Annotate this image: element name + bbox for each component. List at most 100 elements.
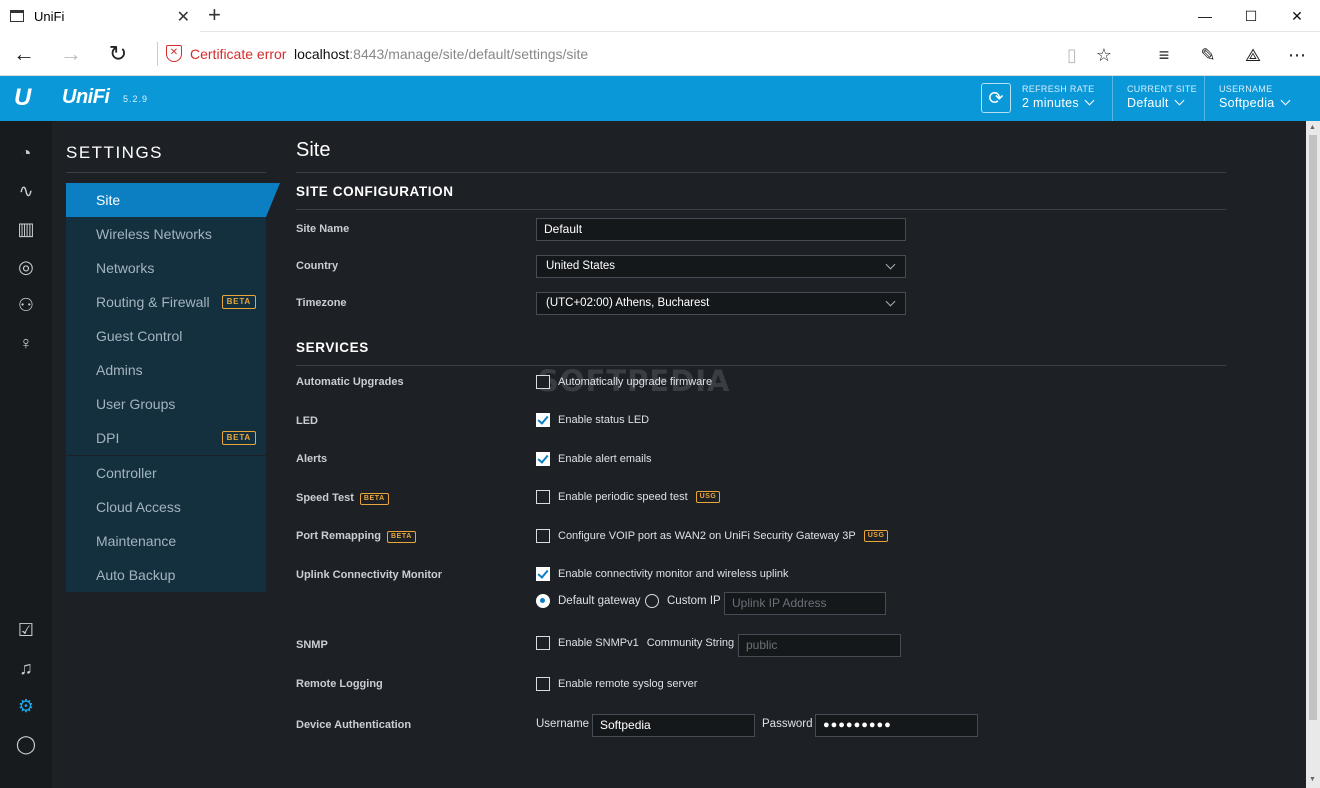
map-icon[interactable]: ▥ [14, 217, 38, 241]
maximize-icon[interactable]: ☐ [1228, 0, 1274, 32]
browser-tab[interactable]: UniFi ✕ [0, 0, 200, 32]
default-gateway-option[interactable]: Default gateway [536, 594, 640, 608]
automatic-upgrades-row: Automatically upgrade firmware [536, 375, 712, 389]
remote-logging-checkbox[interactable] [536, 677, 550, 691]
custom-ip-text: Custom IP [667, 595, 721, 608]
ubiquiti-logo-icon[interactable]: U [14, 85, 38, 111]
chat-icon[interactable]: ◯ [14, 732, 38, 756]
site-name-label: Site Name [296, 223, 350, 235]
chevron-down-icon [885, 296, 896, 307]
settings-nav-networks[interactable]: Networks [66, 251, 266, 285]
nav-label: Cloud Access [96, 499, 181, 515]
close-tab-icon[interactable]: ✕ [177, 7, 190, 27]
events-icon[interactable]: ☑ [14, 618, 38, 642]
statistics-icon[interactable]: ∿ [14, 179, 38, 203]
settings-nav-auto-backup[interactable]: Auto Backup [66, 558, 266, 592]
scrollbar-thumb[interactable] [1309, 135, 1317, 720]
auth-username-input[interactable]: Softpedia [592, 714, 755, 737]
divider [66, 172, 266, 173]
country-label: Country [296, 260, 339, 272]
usg-badge: USG [695, 491, 721, 503]
dashboard-icon[interactable]: ◔ [14, 141, 38, 165]
auth-password-input[interactable]: ●●●●●●●●● [815, 714, 978, 737]
hub-icon[interactable]: ≡ [1151, 42, 1177, 68]
page-title: Site [296, 139, 331, 161]
settings-nav-wireless-networks[interactable]: Wireless Networks [66, 217, 266, 251]
close-window-icon[interactable]: ✕ [1274, 0, 1320, 32]
scroll-up-icon[interactable]: ▲ [1309, 124, 1316, 131]
timezone-select[interactable]: (UTC+02:00) Athens, Bucharest [536, 292, 906, 315]
beta-badge: BETA [221, 431, 256, 445]
settings-nav-cloud-access[interactable]: Cloud Access [66, 490, 266, 524]
app-logo[interactable]: UniFi [62, 86, 110, 109]
services-heading: SERVICES [296, 340, 369, 355]
custom-ip-option[interactable]: Custom IP [645, 594, 721, 608]
settings-nav-site[interactable]: Site [66, 183, 266, 217]
new-tab-button[interactable]: + [208, 3, 221, 27]
url-path: :8443/manage/site/default/settings/site [349, 46, 589, 62]
certificate-error-indicator[interactable]: ✕ Certificate error [166, 45, 286, 62]
url-field[interactable]: localhost:8443/manage/site/default/setti… [294, 46, 588, 62]
devices-icon[interactable]: ◎ [14, 255, 38, 279]
browser-tab-bar: UniFi ✕ + — ☐ ✕ [0, 0, 1320, 32]
settings-nav-user-groups[interactable]: User Groups [66, 387, 266, 421]
settings-nav-maintenance[interactable]: Maintenance [66, 524, 266, 558]
country-select[interactable]: United States [536, 255, 906, 278]
divider [296, 209, 1226, 210]
automatic-upgrades-text: Automatically upgrade firmware [558, 376, 713, 388]
insights-icon[interactable]: ♀ [14, 331, 38, 355]
address-bar: ← → ↻ ✕ Certificate error localhost:8443… [0, 32, 1320, 76]
chevron-down-icon [1174, 95, 1185, 106]
automatic-upgrades-checkbox[interactable] [536, 375, 550, 389]
nav-label: Maintenance [96, 533, 177, 549]
status-led-checkbox[interactable] [536, 413, 550, 427]
speed-test-checkbox[interactable] [536, 490, 550, 504]
more-icon[interactable]: ⋯ [1284, 42, 1310, 68]
refresh-icon[interactable]: ↻ [102, 40, 134, 68]
nav-label: Routing & Firewall [96, 294, 210, 310]
uplink-ip-input[interactable]: Uplink IP Address [724, 592, 886, 615]
nav-label: Auto Backup [96, 567, 176, 583]
remote-logging-label: Remote Logging [296, 678, 383, 690]
nav-label: Guest Control [96, 328, 183, 344]
settings-nav-dpi[interactable]: DPI BETA [66, 421, 266, 455]
beta-badge: BETA [386, 531, 416, 543]
settings-nav-routing-firewall[interactable]: Routing & Firewall BETA [66, 285, 266, 319]
settings-nav-group-controller: Controller Cloud Access Maintenance Auto… [66, 456, 266, 592]
settings-nav-guest-control[interactable]: Guest Control [66, 319, 266, 353]
share-icon[interactable]: ⟁ [1240, 42, 1266, 68]
refresh-now-button[interactable]: ⟳ [981, 83, 1011, 113]
refresh-rate-dropdown[interactable]: REFRESH RATE 2 minutes [1022, 84, 1095, 110]
scroll-down-icon[interactable]: ▼ [1309, 776, 1316, 783]
settings-nav-admins[interactable]: Admins [66, 353, 266, 387]
settings-nav-controller[interactable]: Controller [66, 456, 266, 490]
username-dropdown[interactable]: USERNAME Softpedia [1219, 84, 1290, 110]
custom-ip-radio[interactable] [645, 594, 659, 608]
port-remapping-row: Configure VOIP port as WAN2 on UniFi Sec… [536, 529, 889, 543]
uplink-monitor-checkbox[interactable] [536, 567, 550, 581]
favorite-star-icon[interactable]: ☆ [1091, 42, 1117, 68]
alerts-bell-icon[interactable]: ♫ [14, 656, 38, 680]
current-site-dropdown[interactable]: CURRENT SITE Default [1127, 84, 1197, 110]
community-string-input[interactable]: public [738, 634, 901, 657]
alert-emails-checkbox[interactable] [536, 452, 550, 466]
settings-nav-group-site: Site Wireless Networks Networks Routing … [66, 183, 266, 455]
alerts-label: Alerts [296, 453, 328, 465]
scrollbar[interactable]: ▲ ▼ [1306, 121, 1320, 788]
certificate-error-text: Certificate error [190, 45, 287, 62]
port-remapping-checkbox[interactable] [536, 529, 550, 543]
speed-test-row: Enable periodic speed test USG [536, 490, 721, 504]
forward-arrow-icon[interactable]: → [55, 40, 87, 68]
clients-icon[interactable]: ⚇ [14, 293, 38, 317]
default-gateway-radio[interactable] [536, 594, 550, 608]
reading-view-icon[interactable]: ▯ [1059, 42, 1085, 68]
page-icon [10, 10, 24, 22]
led-label: LED [296, 415, 318, 427]
led-row: Enable status LED [536, 413, 649, 427]
settings-gear-icon[interactable]: ⚙ [14, 694, 38, 718]
site-name-input[interactable]: Default [536, 218, 906, 241]
minimize-icon[interactable]: — [1182, 0, 1228, 32]
web-note-icon[interactable]: ✎ [1195, 42, 1221, 68]
back-arrow-icon[interactable]: ← [8, 40, 40, 68]
snmp-checkbox[interactable] [536, 636, 550, 650]
